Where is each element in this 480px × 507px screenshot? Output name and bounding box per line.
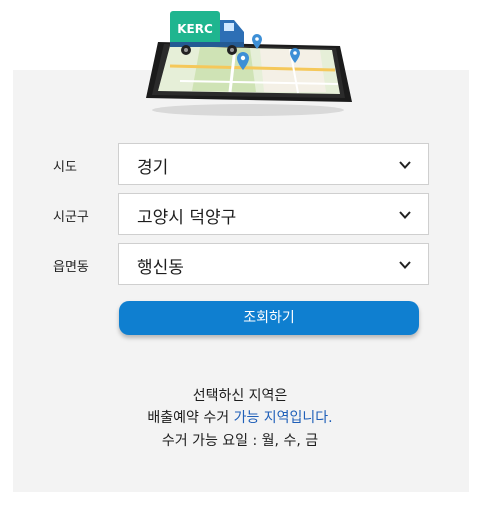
eupmyeondong-selected-value: 행신동 — [137, 258, 184, 278]
sigungu-selected-value: 고양시 덕양구 — [137, 208, 237, 228]
result-availability-highlight: 가능 지역입니다. — [233, 410, 333, 426]
chevron-down-icon — [399, 161, 411, 169]
sigungu-select[interactable]: 고양시 덕양구 — [118, 193, 429, 235]
eupmyeondong-label: 읍면동 — [53, 260, 89, 275]
search-button[interactable]: 조회하기 — [119, 301, 419, 335]
eupmyeondong-select[interactable]: 행신동 — [118, 243, 429, 285]
form-row-sigungu: 시군구 고양시 덕양구 — [0, 193, 480, 237]
result-line-2: 배출예약 수거 가능 지역입니다. — [0, 407, 480, 427]
tablet-map-illustration: KERC — [146, 11, 352, 116]
result-line-1: 선택하신 지역은 — [192, 388, 288, 404]
sido-select[interactable]: 경기 — [118, 143, 429, 185]
chevron-down-icon — [399, 261, 411, 269]
result-line-2-prefix: 배출예약 수거 — [147, 410, 234, 426]
result-line-3: 수거 가능 요일 : 월, 수, 금 — [161, 433, 319, 449]
form-row-eupmyeondong: 읍면동 행신동 — [0, 243, 480, 287]
truck-badge-text: KERC — [177, 22, 213, 36]
sido-selected-value: 경기 — [137, 158, 169, 178]
sigungu-label: 시군구 — [53, 210, 89, 225]
form-row-sido: 시도 경기 — [0, 143, 480, 187]
chevron-down-icon — [399, 211, 411, 219]
sido-label: 시도 — [53, 160, 77, 175]
